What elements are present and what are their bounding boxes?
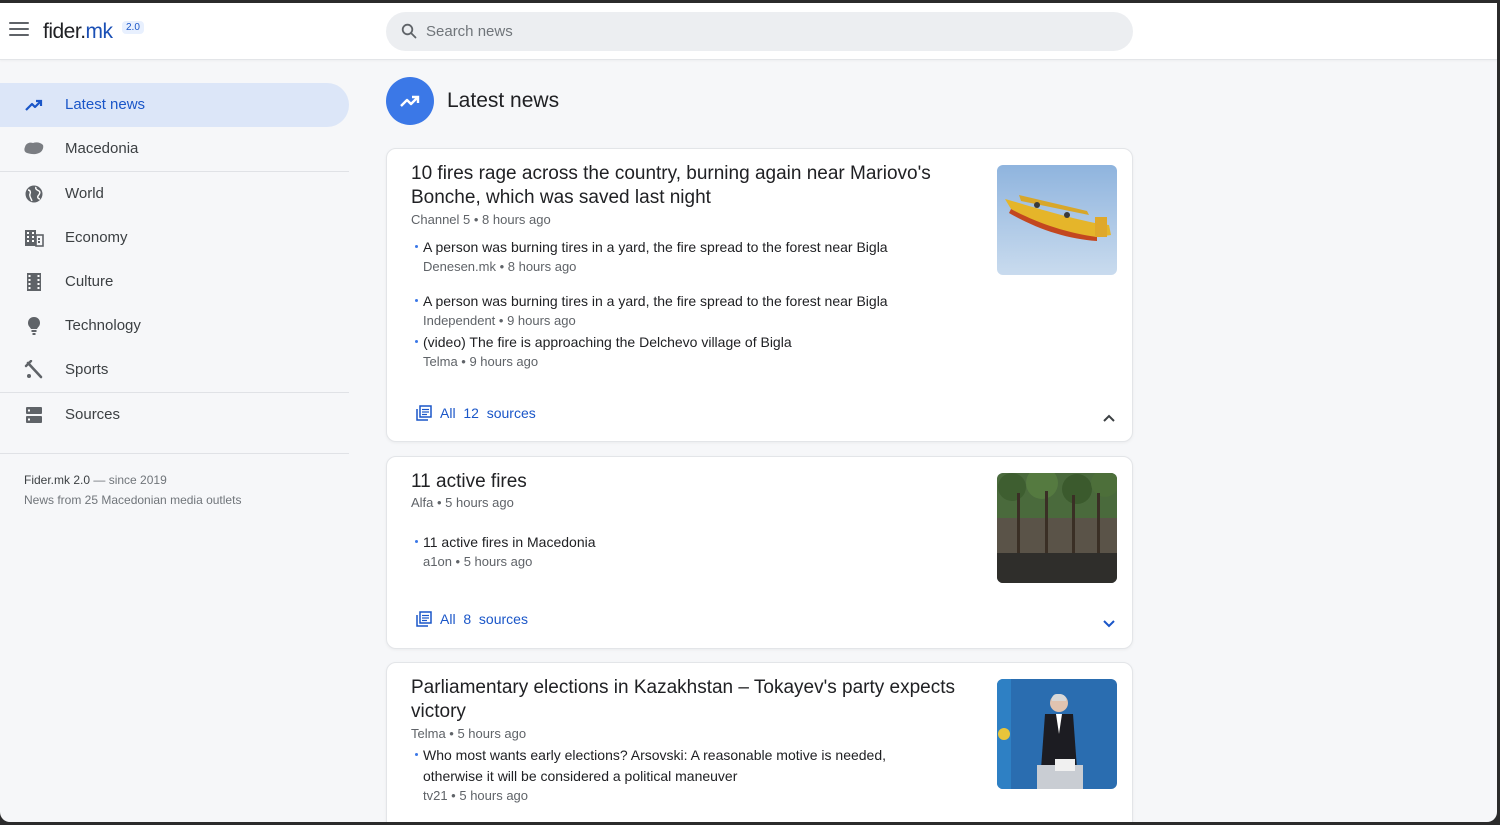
- chevron-up-icon[interactable]: [1101, 410, 1117, 426]
- app-window: fider.mk 2.0 Latest news Macedonia: [0, 3, 1497, 822]
- sidebar-item-sports[interactable]: Sports: [0, 348, 350, 392]
- footer-brand: Fider.mk 2.0: [24, 473, 91, 487]
- card-meta: Telma • 5 hours ago: [411, 726, 527, 741]
- related-article-title[interactable]: A person was burning tires in a yard, th…: [415, 291, 945, 312]
- sources-count: 12: [463, 405, 479, 421]
- related-article: (video) The fire is approaching the Delc…: [415, 332, 945, 369]
- film-strip-icon: [27, 273, 41, 291]
- hamburger-menu-icon[interactable]: [9, 22, 29, 38]
- divider: [0, 453, 349, 454]
- library-icon: [416, 611, 432, 627]
- sidebar-item-latest-news[interactable]: Latest news: [0, 83, 349, 127]
- sports-icon: [24, 360, 43, 379]
- search-icon: [401, 23, 417, 39]
- trending-up-icon: [386, 77, 434, 125]
- related-article-meta: Independent • 9 hours ago: [423, 313, 576, 328]
- sources-icon: [26, 407, 42, 423]
- all-sources-link[interactable]: All 12 sources: [416, 405, 536, 421]
- sources-count: 8: [463, 611, 472, 627]
- page-title: Latest news: [447, 89, 560, 112]
- related-article-title[interactable]: A person was burning tires in a yard, th…: [415, 237, 945, 258]
- sidebar-item-sources[interactable]: Sources: [0, 393, 350, 437]
- news-card: Parliamentary elections in Kazakhstan – …: [386, 662, 1133, 822]
- sidebar-item-label: Latest news: [65, 96, 146, 113]
- building-icon: [25, 230, 44, 247]
- library-icon: [416, 405, 432, 421]
- related-article: A person was burning tires in a yard, th…: [415, 237, 945, 274]
- related-article-meta: Telma • 9 hours ago: [423, 354, 539, 369]
- sidebar-footer: Fider.mk 2.0 — since 2019 News from 25 M…: [24, 470, 241, 510]
- trending-up-icon: [25, 99, 43, 111]
- sources-suffix: sources: [486, 405, 536, 421]
- sidebar-item-economy[interactable]: Economy: [0, 216, 350, 260]
- related-article-title[interactable]: (video) The fire is approaching the Delc…: [415, 332, 945, 353]
- footer-description: News from 25 Macedonian media outlets: [24, 493, 242, 507]
- related-article: Who most wants early elections? Arsovski…: [415, 745, 945, 803]
- sidebar-item-culture[interactable]: Culture: [0, 260, 350, 304]
- sidebar-item-label: Sources: [65, 406, 121, 423]
- sidebar-item-label: Sports: [65, 361, 109, 378]
- all-sources-link[interactable]: All 8 sources: [416, 611, 528, 627]
- card-title[interactable]: 10 fires rage across the country, burnin…: [411, 162, 971, 210]
- related-article-title[interactable]: Who most wants early elections? Arsovski…: [415, 745, 945, 787]
- main-feed: Latest news 10 fires rage across the cou…: [386, 77, 1133, 822]
- related-article-meta: Denesen.mk • 8 hours ago: [423, 259, 577, 274]
- sidebar-item-label: Macedonia: [65, 140, 139, 157]
- lightbulb-icon: [28, 317, 40, 335]
- top-bar: fider.mk 2.0: [0, 3, 1497, 60]
- all-label: All: [440, 405, 456, 421]
- sidebar-item-label: World: [65, 185, 104, 202]
- news-card: 10 fires rage across the country, burnin…: [386, 148, 1133, 442]
- macedonia-map-icon: [24, 142, 44, 155]
- version-badge: 2.0: [122, 21, 144, 34]
- sidebar-item-label: Technology: [65, 317, 141, 334]
- related-article-meta: tv21 • 5 hours ago: [423, 788, 529, 803]
- sidebar-item-technology[interactable]: Technology: [0, 304, 350, 348]
- search-bar[interactable]: [386, 12, 1133, 51]
- related-article: A person was burning tires in a yard, th…: [415, 291, 945, 328]
- footer-since: — since 2019: [90, 473, 167, 487]
- sources-suffix: sources: [478, 611, 528, 627]
- related-article-title[interactable]: 11 active fires in Macedonia: [415, 532, 945, 553]
- logo[interactable]: fider.mk: [43, 20, 113, 44]
- globe-icon: [25, 185, 43, 203]
- sidebar-item-world[interactable]: World: [0, 172, 350, 216]
- sidebar-item-macedonia[interactable]: Macedonia: [0, 127, 350, 171]
- related-article: 11 active fires in Macedonia a1on • 5 ho…: [415, 532, 945, 569]
- article-thumbnail-president[interactable]: [997, 679, 1117, 789]
- related-article-meta: a1on • 5 hours ago: [423, 554, 533, 569]
- search-input[interactable]: [426, 12, 1106, 51]
- article-thumbnail-plane[interactable]: [997, 165, 1117, 275]
- sidebar: Latest news Macedonia World Economy Cult…: [0, 83, 350, 507]
- chevron-down-icon[interactable]: [1101, 616, 1117, 632]
- all-label: All: [440, 611, 456, 627]
- sidebar-item-label: Culture: [65, 273, 114, 290]
- card-title[interactable]: Parliamentary elections in Kazakhstan – …: [411, 676, 971, 724]
- sidebar-item-label: Economy: [65, 229, 128, 246]
- card-meta: Alfa • 5 hours ago: [411, 495, 514, 510]
- card-title[interactable]: 11 active fires: [411, 470, 971, 494]
- news-card: 11 active fires Alfa • 5 hours ago 11 ac…: [386, 456, 1133, 649]
- page-header: Latest news: [386, 77, 1133, 125]
- article-thumbnail-forest[interactable]: [997, 473, 1117, 583]
- card-meta: Channel 5 • 8 hours ago: [411, 212, 551, 227]
